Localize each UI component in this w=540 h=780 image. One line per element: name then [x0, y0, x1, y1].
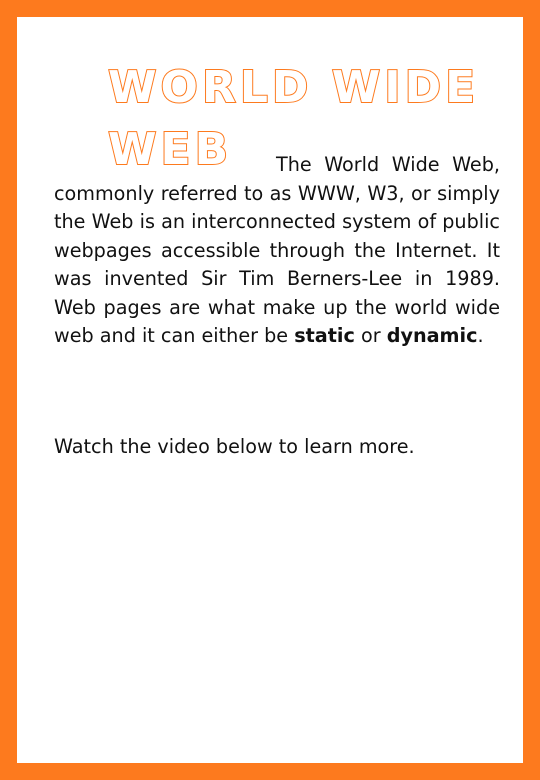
video-note: Watch the video below to learn more. [54, 435, 415, 458]
intro-paragraph: The World Wide Web, commonly referred to… [54, 151, 500, 351]
content-card: WORLD WIDE WEB The World Wide Web, commo… [17, 17, 523, 763]
intro-connector: or [354, 324, 387, 347]
dynamic-term: dynamic [386, 324, 478, 347]
intro-period: . [477, 324, 484, 347]
intro-text: The World Wide Web, commonly referred to… [54, 153, 500, 347]
static-term: static [294, 324, 355, 347]
